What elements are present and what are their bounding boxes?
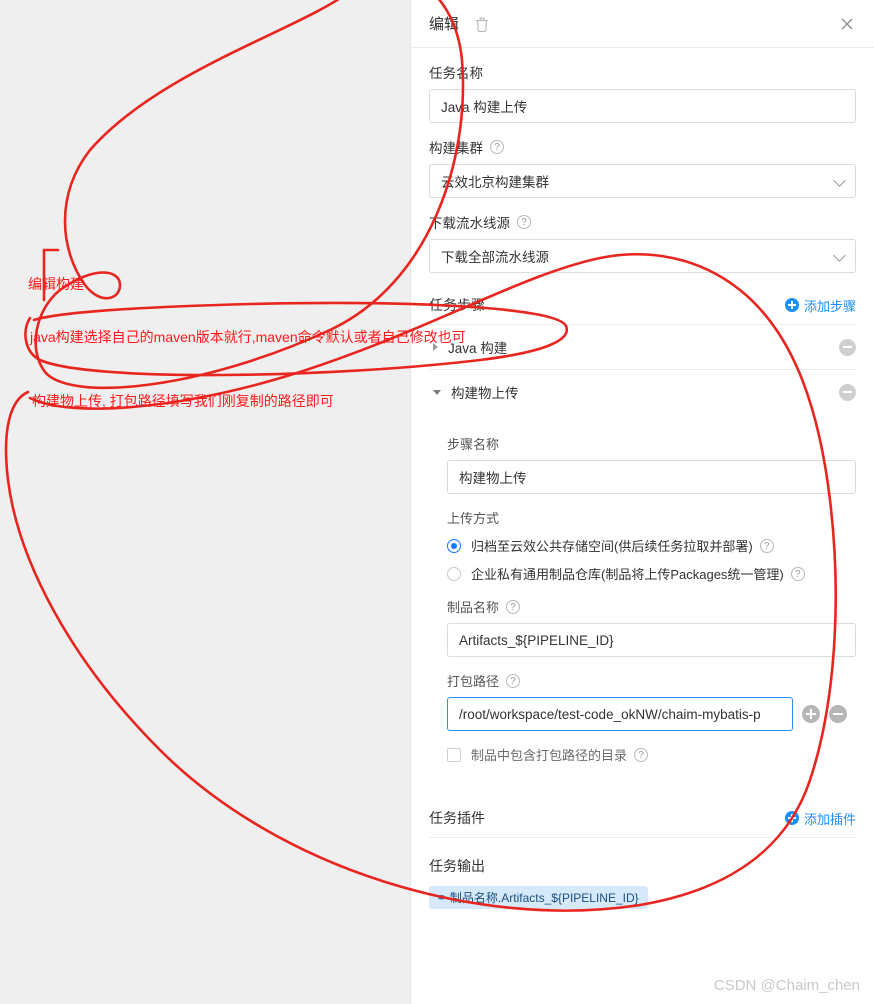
link-icon: ⚭ bbox=[436, 889, 447, 905]
help-icon[interactable]: ? bbox=[759, 538, 774, 553]
radio-label-private-repo: 企业私有通用制品仓库(制品将上传Packages统一管理) ? bbox=[471, 564, 805, 583]
panel-body: 任务名称 构建集群 ? 云效北京构建集群 下载流水线源 ? bbox=[411, 62, 874, 909]
include-dir-label-text: 制品中包含打包路径的目录 bbox=[471, 748, 628, 763]
add-plugin-label: 添加插件 bbox=[803, 811, 856, 827]
download-source-label: 下载流水线源 ? bbox=[429, 212, 856, 232]
download-source-select[interactable]: 下载全部流水线源 bbox=[429, 239, 856, 273]
help-icon[interactable]: ? bbox=[506, 673, 521, 688]
add-step-label: 添加步骤 bbox=[803, 298, 856, 314]
radio-icon-selected[interactable] bbox=[447, 538, 461, 553]
task-name-field: 任务名称 bbox=[429, 62, 856, 123]
step-name-label: 步骤名称 bbox=[447, 437, 500, 452]
task-plugins-title: 任务插件 bbox=[429, 810, 485, 826]
edit-task-panel: 编辑 任务名称 构建集群 bbox=[410, 0, 874, 1004]
download-source-field: 下载流水线源 ? 下载全部流水线源 bbox=[429, 212, 856, 273]
annotation-note-2: java构建选择自己的maven版本就行,maven命令默认或者自己修改也可 bbox=[30, 329, 466, 345]
radio-label-public-storage: 归档至云效公共存储空间(供后续任务拉取并部署) ? bbox=[471, 536, 774, 555]
package-path-row bbox=[447, 697, 856, 731]
page-title: 编辑 bbox=[429, 16, 460, 33]
radio-text: 企业私有通用制品仓库(制品将上传Packages统一管理) bbox=[471, 567, 784, 582]
plus-circle-icon bbox=[784, 811, 799, 825]
trash-icon[interactable] bbox=[473, 15, 491, 33]
radio-option-public-storage[interactable]: 归档至云效公共存储空间(供后续任务拉取并部署) ? bbox=[447, 536, 856, 555]
close-icon[interactable] bbox=[836, 13, 858, 35]
task-name-input[interactable] bbox=[429, 89, 856, 123]
step-row-artifact-upload[interactable]: 构建物上传 bbox=[429, 370, 856, 414]
download-source-value: 下载全部流水线源 bbox=[441, 250, 549, 265]
step-detail-body: 步骤名称 上传方式 归档至云效公共存储空间(供后续任务拉取并部署) ? bbox=[429, 414, 856, 768]
build-cluster-value: 云效北京构建集群 bbox=[441, 175, 549, 190]
artifact-name-input[interactable] bbox=[447, 623, 856, 657]
task-steps-title: 任务步骤 bbox=[429, 297, 485, 313]
build-cluster-field: 构建集群 ? 云效北京构建集群 bbox=[429, 137, 856, 198]
help-icon[interactable]: ? bbox=[506, 599, 521, 614]
chevron-down-icon[interactable] bbox=[433, 389, 441, 395]
add-path-button[interactable] bbox=[802, 705, 820, 723]
upload-method-field: 上传方式 归档至云效公共存储空间(供后续任务拉取并部署) ? 企业私有通用制品仓… bbox=[447, 508, 856, 583]
task-output-section: 任务输出 ⚭ 制品名称.Artifacts_${PIPELINE_ID} bbox=[429, 856, 856, 909]
help-icon[interactable]: ? bbox=[634, 747, 649, 762]
chevron-down-icon bbox=[833, 249, 846, 262]
chevron-down-icon bbox=[833, 174, 846, 187]
remove-step-button[interactable] bbox=[839, 338, 856, 356]
radio-text: 归档至云效公共存储空间(供后续任务拉取并部署) bbox=[471, 539, 753, 554]
task-steps-header: 任务步骤 添加步骤 bbox=[429, 295, 856, 324]
annotation-note-3: 构建物上传, 打包路径填写我们刚复制的路径即可 bbox=[32, 393, 334, 409]
add-step-button[interactable]: 添加步骤 bbox=[784, 296, 856, 315]
include-dir-label: 制品中包含打包路径的目录 ? bbox=[471, 745, 649, 764]
artifact-name-label: 制品名称 ? bbox=[447, 597, 856, 616]
package-path-label: 打包路径 ? bbox=[447, 671, 856, 690]
package-path-input[interactable] bbox=[447, 697, 793, 731]
add-plugin-button[interactable]: 添加插件 bbox=[784, 809, 856, 828]
help-icon[interactable]: ? bbox=[490, 140, 504, 154]
step-name-artifact-upload: 构建物上传 bbox=[451, 386, 519, 401]
build-cluster-label-text: 构建集群 bbox=[429, 141, 483, 156]
build-cluster-select[interactable]: 云效北京构建集群 bbox=[429, 164, 856, 198]
download-source-label-text: 下载流水线源 bbox=[429, 216, 510, 231]
task-name-label: 任务名称 bbox=[429, 66, 483, 81]
plus-circle-icon bbox=[784, 298, 799, 312]
task-output-title: 任务输出 bbox=[429, 858, 485, 874]
divider bbox=[429, 837, 856, 838]
radio-icon-unselected[interactable] bbox=[447, 566, 461, 581]
checkbox-icon[interactable] bbox=[447, 747, 461, 762]
watermark: CSDN @Chaim_chen bbox=[713, 977, 860, 994]
artifact-name-label-text: 制品名称 bbox=[447, 600, 500, 615]
remove-path-button[interactable] bbox=[829, 705, 847, 723]
task-output-badge-text: 制品名称.Artifacts_${PIPELINE_ID} bbox=[449, 891, 639, 905]
remove-step-button[interactable] bbox=[839, 383, 856, 401]
panel-header: 编辑 bbox=[411, 0, 874, 48]
help-icon[interactable]: ? bbox=[517, 215, 531, 229]
build-cluster-label: 构建集群 ? bbox=[429, 137, 856, 157]
include-dir-checkbox-row[interactable]: 制品中包含打包路径的目录 ? bbox=[447, 745, 856, 764]
annotation-note-1: 编辑构建 bbox=[28, 276, 84, 292]
upload-method-label: 上传方式 bbox=[447, 511, 500, 526]
package-path-label-text: 打包路径 bbox=[447, 674, 500, 689]
package-path-field: 打包路径 ? bbox=[447, 671, 856, 731]
radio-option-private-repo[interactable]: 企业私有通用制品仓库(制品将上传Packages统一管理) ? bbox=[447, 564, 856, 583]
task-plugins-header: 任务插件 添加插件 bbox=[429, 808, 856, 837]
help-icon[interactable]: ? bbox=[790, 566, 805, 581]
step-name-field: 步骤名称 bbox=[447, 434, 856, 494]
step-row-java-build[interactable]: Java 构建 bbox=[429, 325, 856, 370]
artifact-name-field: 制品名称 ? bbox=[447, 597, 856, 657]
step-name-input[interactable] bbox=[447, 460, 856, 494]
status-badge[interactable]: ⚭ 制品名称.Artifacts_${PIPELINE_ID} bbox=[429, 886, 648, 909]
